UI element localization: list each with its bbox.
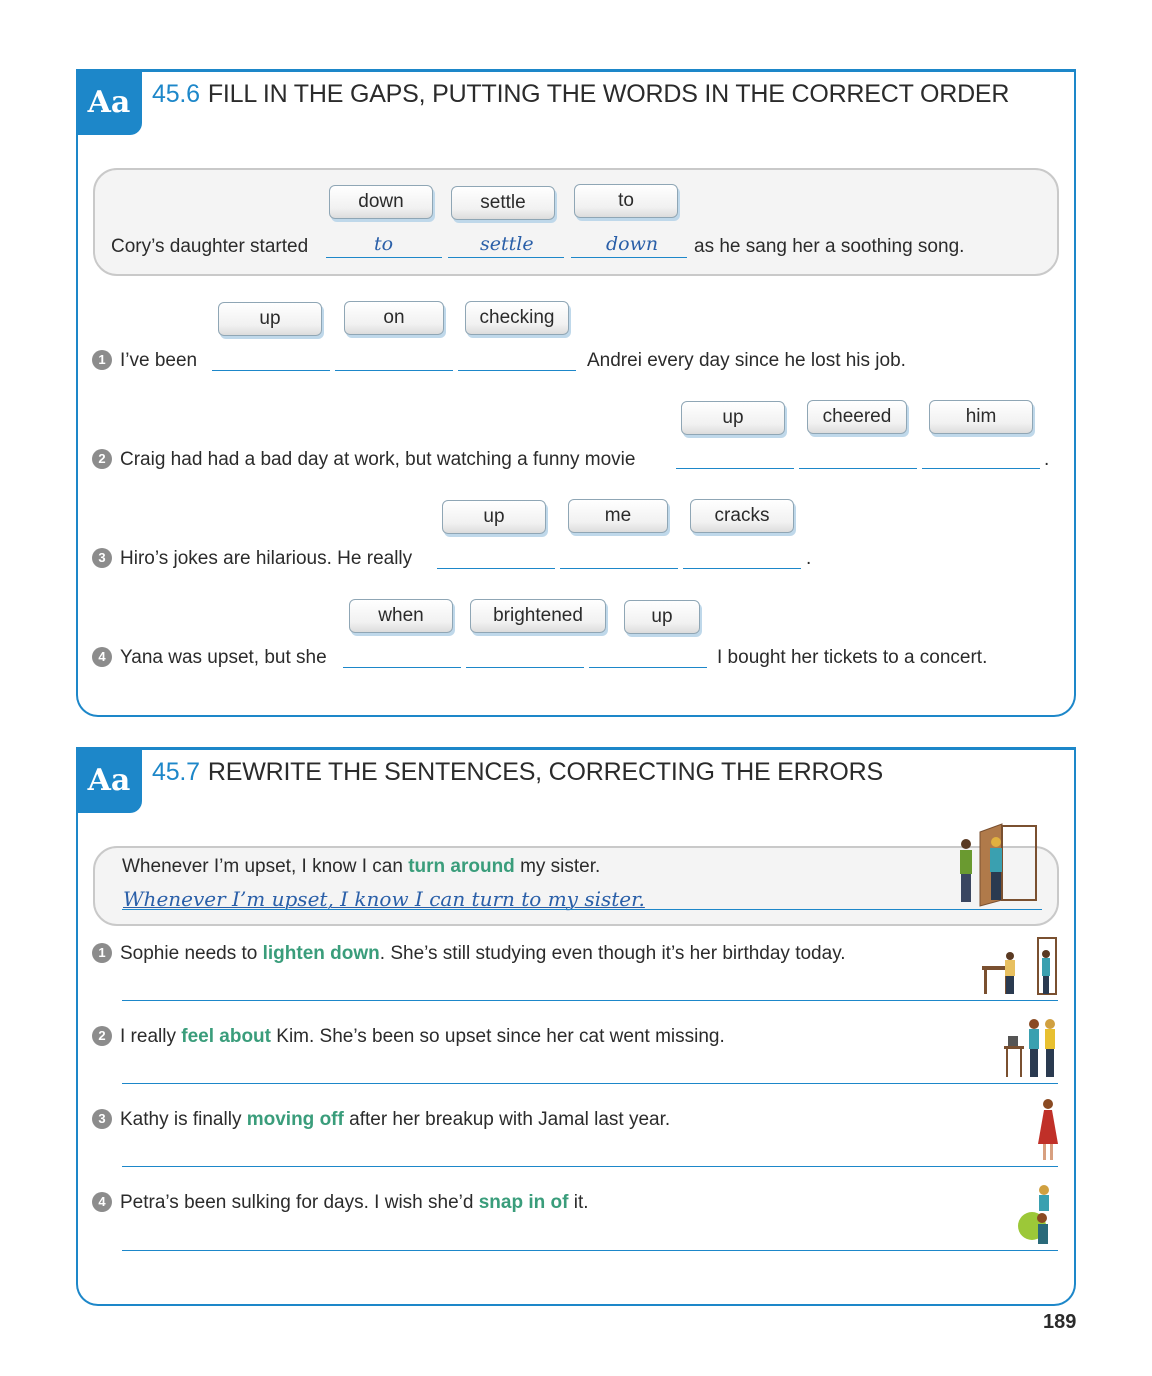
- sentence-end: .: [806, 548, 812, 569]
- question-number: 3: [92, 548, 112, 568]
- question-3: 3 Kathy is finally moving off after her b…: [92, 1109, 670, 1131]
- answer-blank[interactable]: [683, 568, 801, 569]
- sentence-end: I bought her tickets to a concert.: [717, 647, 988, 668]
- answer-blank[interactable]: [589, 667, 707, 668]
- example-sentence: Whenever I’m upset, I know I can turn ar…: [122, 856, 600, 878]
- sentence-end: Andrei every day since he lost his job.: [587, 350, 906, 371]
- word-chip[interactable]: up: [624, 600, 700, 634]
- word-chip[interactable]: to: [574, 184, 678, 218]
- sentence-end: it.: [573, 1192, 589, 1213]
- example-sentence-start: Cory’s daughter started: [111, 236, 309, 257]
- sentence-start: Whenever I’m upset, I know I can: [122, 856, 403, 877]
- answer-line[interactable]: [122, 1000, 1058, 1001]
- answer-blank[interactable]: [676, 468, 794, 469]
- answer-blank[interactable]: [922, 468, 1040, 469]
- aa-vocabulary-badge: Aa: [76, 69, 142, 135]
- question-number: 1: [92, 350, 112, 370]
- question-2: 2 Craig had had a bad day at work, but wa…: [92, 449, 635, 471]
- answer-blank[interactable]: [560, 568, 678, 569]
- friends-comforting-illustration: [1004, 1019, 1055, 1077]
- answer-line[interactable]: [122, 1166, 1058, 1167]
- sentence-start: Craig had had a bad day at work, but wat…: [120, 449, 636, 470]
- page-number: 189: [1043, 1311, 1077, 1333]
- answer-blank[interactable]: [458, 370, 576, 371]
- answer-blank[interactable]: [335, 370, 453, 371]
- word-chip[interactable]: when: [349, 599, 453, 633]
- error-phrase: snap in of: [478, 1192, 569, 1213]
- answer-line[interactable]: [122, 1250, 1058, 1251]
- error-phrase: lighten down: [262, 943, 380, 964]
- word-chip[interactable]: up: [218, 302, 322, 336]
- word-chip[interactable]: him: [929, 400, 1033, 434]
- sentence-end: after her breakup with Jamal last year.: [349, 1109, 671, 1130]
- answer-blank: [448, 257, 564, 258]
- aa-vocabulary-badge: Aa: [76, 747, 142, 813]
- answer-line[interactable]: [122, 1083, 1058, 1084]
- answer-blank[interactable]: [466, 667, 584, 668]
- people-at-door-illustration: [960, 823, 1037, 907]
- word-chip[interactable]: on: [344, 301, 444, 335]
- exercise-instruction: FILL IN THE GAPS, PUTTING THE WORDS IN T…: [207, 80, 1010, 108]
- question-number: 4: [92, 1192, 112, 1212]
- error-phrase: turn around: [408, 856, 515, 877]
- example-answer-word: settle: [480, 233, 534, 255]
- word-chip[interactable]: settle: [451, 186, 555, 220]
- answer-line: [122, 909, 1042, 910]
- word-chip[interactable]: cheered: [807, 400, 907, 434]
- word-chip[interactable]: up: [681, 401, 785, 435]
- sentence-start: I really: [120, 1026, 176, 1047]
- woman-in-red-dress-illustration: [1038, 1099, 1058, 1160]
- sentence-start: I’ve been: [120, 350, 198, 371]
- example-answer-word: down: [606, 233, 659, 255]
- exercise-title: 45.7 REWRITE THE SENTENCES, CORRECTING TH…: [152, 758, 883, 787]
- answer-blank: [326, 257, 442, 258]
- sentence-end: .: [1044, 449, 1050, 470]
- friends-cheering-illustration: [1018, 1185, 1049, 1244]
- question-1: 1 Sophie needs to lighten down. She’s sti…: [92, 943, 846, 965]
- exercise-title: 45.6 FILL IN THE GAPS, PUTTING THE WORDS …: [152, 80, 1009, 109]
- word-chip[interactable]: up: [442, 500, 546, 534]
- exercise-number: 45.6: [152, 80, 200, 108]
- word-chip[interactable]: brightened: [470, 599, 606, 633]
- sentence-start: Yana was upset, but she: [120, 647, 327, 668]
- sentence-start: Kathy is finally: [120, 1109, 242, 1130]
- error-phrase: moving off: [246, 1109, 344, 1130]
- answer-blank: [571, 257, 687, 258]
- exercise-instruction: REWRITE THE SENTENCES, CORRECTING THE ER…: [207, 758, 883, 786]
- example-answer-word: to: [374, 233, 394, 255]
- sentence-start: Sophie needs to: [120, 943, 258, 964]
- word-chip[interactable]: checking: [465, 301, 569, 335]
- word-chip[interactable]: cracks: [690, 499, 794, 533]
- example-answer: Whenever I’m upset, I know I can turn to…: [123, 887, 645, 911]
- question-2: 2 I really feel about Kim. She’s been so …: [92, 1026, 725, 1048]
- question-number: 4: [92, 647, 112, 667]
- answer-blank[interactable]: [212, 370, 330, 371]
- sentence-end: . She’s still studying even though it’s …: [379, 943, 846, 964]
- question-number: 2: [92, 449, 112, 469]
- question-number: 1: [92, 943, 112, 963]
- answer-blank[interactable]: [437, 568, 555, 569]
- sentence-start: Hiro’s jokes are hilarious. He really: [120, 548, 413, 569]
- word-chip[interactable]: me: [568, 499, 668, 533]
- sentence-end: Kim. She’s been so upset since her cat w…: [276, 1026, 725, 1047]
- error-phrase: feel about: [181, 1026, 271, 1047]
- question-number: 2: [92, 1026, 112, 1046]
- answer-blank[interactable]: [799, 468, 917, 469]
- question-4: 4 Yana was upset, but she: [92, 647, 327, 669]
- question-4: 4 Petra’s been sulking for days. I wish s…: [92, 1192, 589, 1214]
- exercise-number: 45.7: [152, 758, 200, 786]
- sentence-end: my sister.: [520, 856, 601, 877]
- example-sentence-end: as he sang her a soothing song.: [694, 236, 965, 257]
- girl-at-desk-illustration: [982, 937, 1057, 995]
- sentence-start: Petra’s been sulking for days. I wish sh…: [120, 1192, 474, 1213]
- answer-blank[interactable]: [343, 667, 461, 668]
- question-1: 1 I’ve been: [92, 350, 197, 372]
- question-number: 3: [92, 1109, 112, 1129]
- word-chip[interactable]: down: [329, 185, 433, 219]
- question-3: 3 Hiro’s jokes are hilarious. He really: [92, 548, 412, 570]
